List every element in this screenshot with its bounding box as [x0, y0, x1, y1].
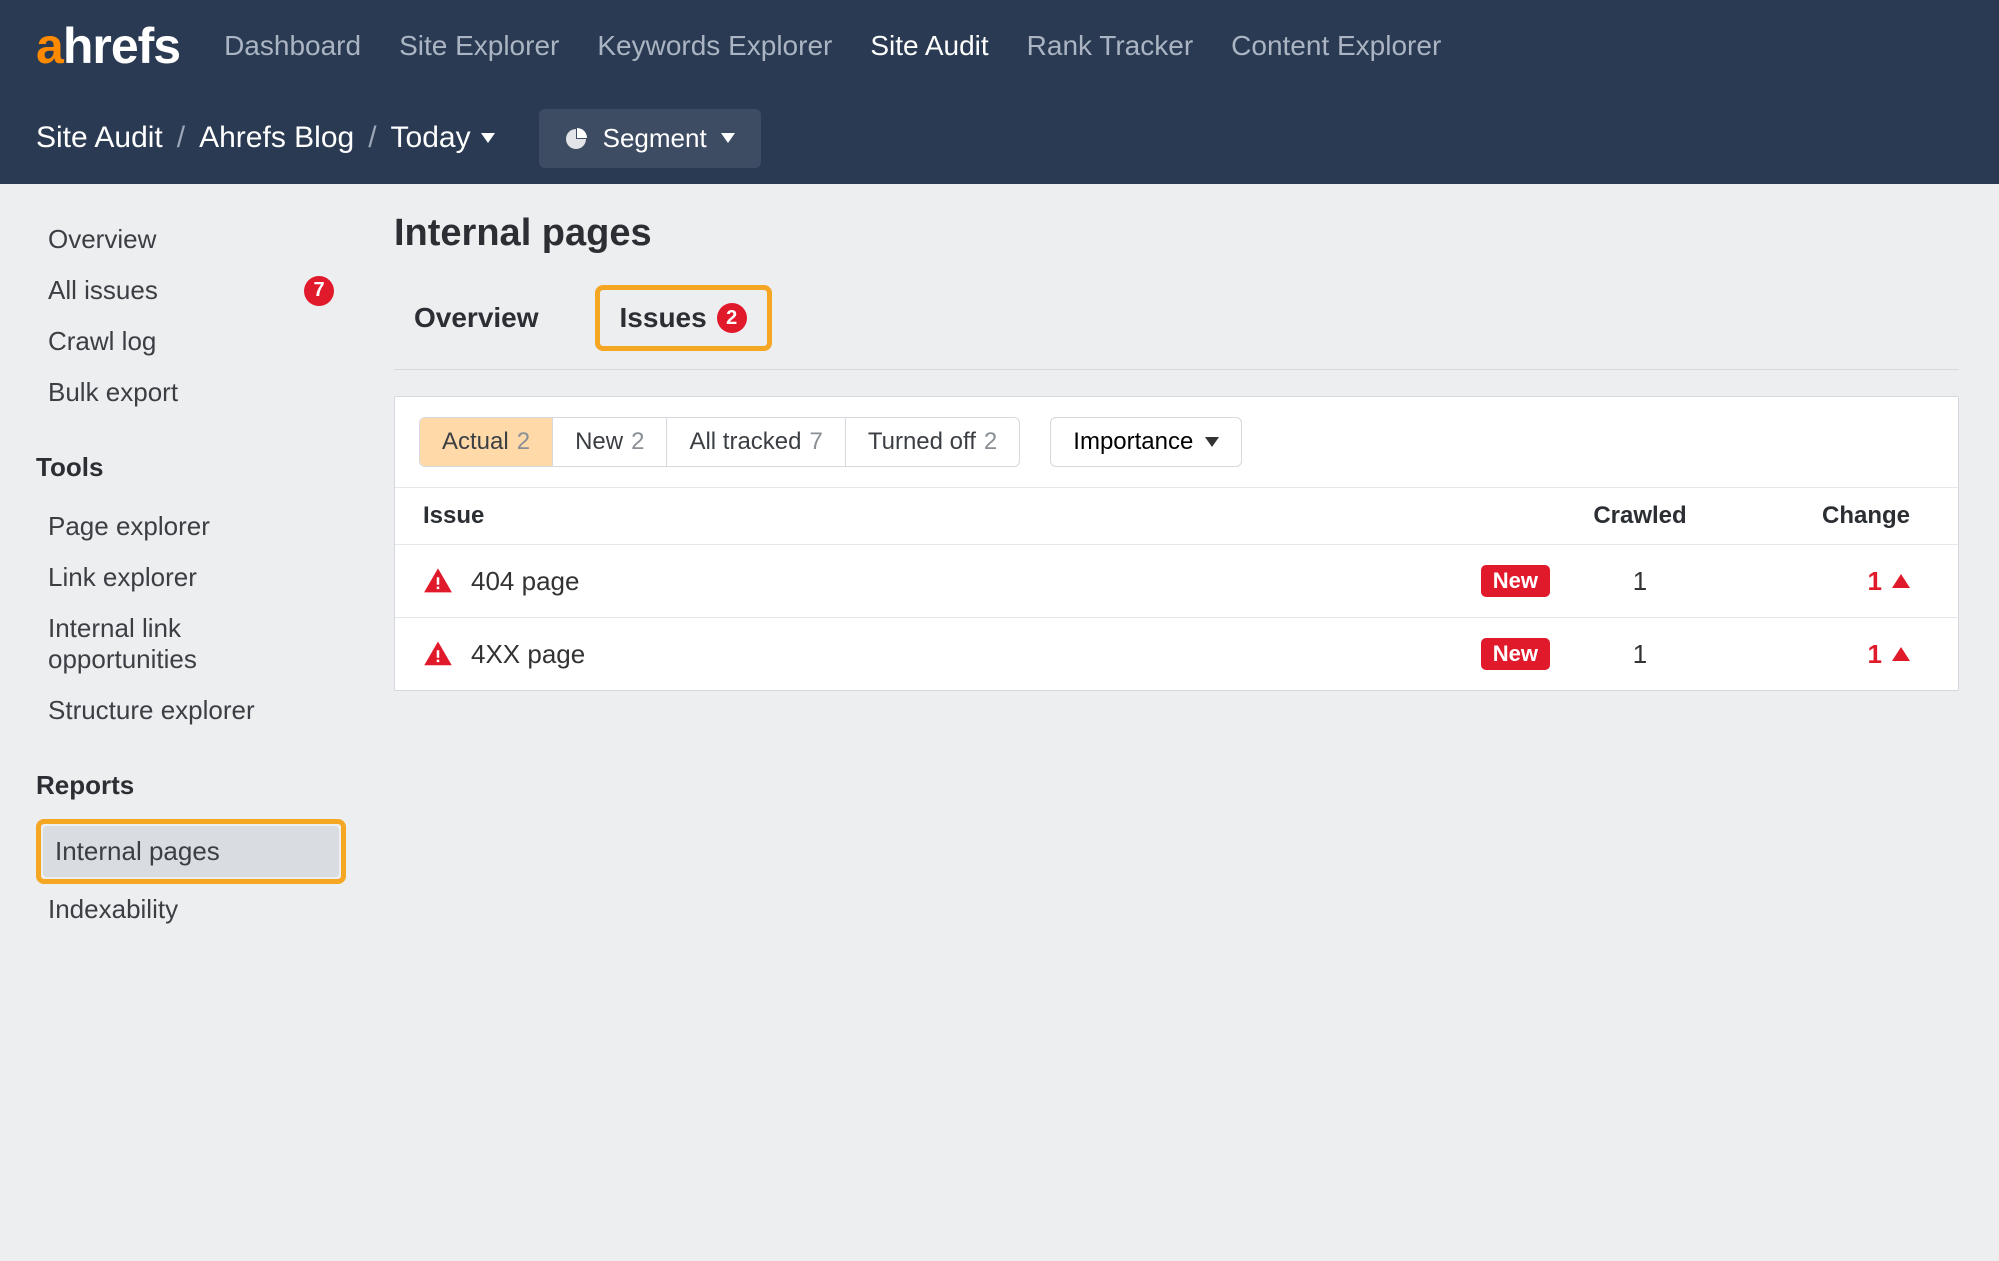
arrow-up-icon: [1892, 647, 1910, 661]
filter-label: Turned off: [868, 428, 976, 456]
sidebar: Overview All issues 7 Crawl log Bulk exp…: [0, 184, 370, 935]
sidebar-item-label: All issues: [48, 275, 158, 306]
importance-dropdown[interactable]: Importance: [1050, 417, 1242, 467]
top-nav: ahrefs Dashboard Site Explorer Keywords …: [0, 0, 1999, 92]
change-cell: 1: [1730, 566, 1930, 597]
sidebar-item-link-explorer[interactable]: Link explorer: [36, 552, 346, 603]
page-body: Overview All issues 7 Crawl log Bulk exp…: [0, 184, 1999, 935]
filter-label: Actual: [442, 428, 509, 456]
caret-down-icon: [1205, 437, 1219, 447]
main-content: Internal pages Overview Issues 2 Actual …: [370, 184, 1999, 935]
sidebar-item-crawl-log[interactable]: Crawl log: [36, 316, 346, 367]
sidebar-item-label: Bulk export: [48, 377, 178, 408]
nav-keywords-explorer[interactable]: Keywords Explorer: [597, 30, 832, 62]
sidebar-item-label: Crawl log: [48, 326, 156, 357]
new-tag: New: [1481, 565, 1550, 597]
segment-button[interactable]: Segment: [539, 109, 761, 168]
change-value: 1: [1868, 566, 1882, 597]
sidebar-item-internal-link-opportunities[interactable]: Internal link opportunities: [36, 603, 346, 685]
breadcrumb-date-picker[interactable]: Today: [391, 121, 495, 155]
filter-all-tracked[interactable]: All tracked 7: [667, 418, 845, 466]
sidebar-item-indexability[interactable]: Indexability: [36, 884, 346, 935]
issue-name: 404 page: [471, 566, 579, 597]
breadcrumb-bar: Site Audit / Ahrefs Blog / Today Segment: [0, 92, 1999, 184]
filter-label: All tracked: [689, 428, 801, 456]
filter-actual[interactable]: Actual 2: [420, 418, 553, 466]
filter-new[interactable]: New 2: [553, 418, 667, 466]
breadcrumb-date-label: Today: [391, 121, 471, 155]
breadcrumb-site-audit[interactable]: Site Audit: [36, 121, 163, 155]
nav-content-explorer[interactable]: Content Explorer: [1231, 30, 1441, 62]
table-row[interactable]: 4XX page New 1 1: [395, 617, 1958, 690]
logo[interactable]: ahrefs: [36, 17, 180, 75]
new-tag: New: [1481, 638, 1550, 670]
col-crawled[interactable]: Crawled: [1550, 502, 1730, 530]
tabs-row: Overview Issues 2: [394, 285, 1959, 370]
filter-bar: Actual 2 New 2 All tracked 7 Turned off …: [395, 397, 1958, 487]
importance-label: Importance: [1073, 428, 1193, 456]
filter-count: 2: [517, 428, 530, 456]
sidebar-item-page-explorer[interactable]: Page explorer: [36, 501, 346, 552]
sidebar-item-label: Overview: [48, 224, 156, 255]
logo-rest: hrefs: [63, 18, 180, 74]
filter-count: 2: [984, 428, 997, 456]
crawled-cell: 1: [1550, 639, 1730, 670]
table-row[interactable]: 404 page New 1 1: [395, 544, 1958, 617]
nav-dashboard[interactable]: Dashboard: [224, 30, 361, 62]
issue-name-cell: 4XX page New: [471, 638, 1550, 670]
col-change[interactable]: Change: [1730, 502, 1930, 530]
logo-a: a: [36, 18, 63, 74]
arrow-up-icon: [1892, 574, 1910, 588]
change-cell: 1: [1730, 639, 1930, 670]
pie-chart-icon: [565, 126, 589, 150]
sidebar-item-bulk-export[interactable]: Bulk export: [36, 367, 346, 418]
tab-overview[interactable]: Overview: [394, 290, 559, 346]
nav-site-explorer[interactable]: Site Explorer: [399, 30, 559, 62]
filter-turned-off[interactable]: Turned off 2: [846, 418, 1019, 466]
sidebar-item-label: Page explorer: [48, 511, 210, 542]
nav-site-audit[interactable]: Site Audit: [870, 30, 988, 62]
sidebar-item-all-issues[interactable]: All issues 7: [36, 265, 346, 316]
nav-rank-tracker[interactable]: Rank Tracker: [1027, 30, 1194, 62]
sidebar-item-label: Internal pages: [55, 836, 220, 867]
sidebar-item-structure-explorer[interactable]: Structure explorer: [36, 685, 346, 736]
sidebar-item-label: Link explorer: [48, 562, 197, 593]
sidebar-group-tools: Tools: [36, 452, 346, 483]
tab-issues[interactable]: Issues 2: [595, 285, 772, 351]
page-title: Internal pages: [394, 212, 1959, 255]
sidebar-item-label: Structure explorer: [48, 695, 255, 726]
breadcrumb-sep: /: [177, 121, 185, 155]
segment-label: Segment: [603, 123, 707, 154]
table-header: Issue Crawled Change: [395, 487, 1958, 544]
warning-icon: [423, 566, 453, 596]
breadcrumb-project[interactable]: Ahrefs Blog: [199, 121, 354, 155]
tab-issues-badge: 2: [717, 303, 747, 333]
issues-panel: Actual 2 New 2 All tracked 7 Turned off …: [394, 396, 1959, 691]
sidebar-item-overview[interactable]: Overview: [36, 214, 346, 265]
sidebar-highlight: Internal pages: [36, 819, 346, 884]
breadcrumb-sep: /: [368, 121, 376, 155]
issue-name-cell: 404 page New: [471, 565, 1550, 597]
col-issue[interactable]: Issue: [423, 502, 1550, 530]
issues-count-badge: 7: [304, 276, 334, 306]
filter-count: 2: [631, 428, 644, 456]
tab-issues-label: Issues: [620, 302, 707, 334]
caret-down-icon: [721, 133, 735, 143]
sidebar-item-label: Indexability: [48, 894, 178, 925]
issue-name: 4XX page: [471, 639, 585, 670]
sidebar-group-reports: Reports: [36, 770, 346, 801]
sidebar-item-internal-pages[interactable]: Internal pages: [43, 826, 339, 877]
warning-icon: [423, 639, 453, 669]
change-value: 1: [1868, 639, 1882, 670]
filter-label: New: [575, 428, 623, 456]
filter-count: 7: [809, 428, 822, 456]
nav-links: Dashboard Site Explorer Keywords Explore…: [224, 30, 1441, 62]
filter-group: Actual 2 New 2 All tracked 7 Turned off …: [419, 417, 1020, 467]
crawled-cell: 1: [1550, 566, 1730, 597]
caret-down-icon: [481, 133, 495, 143]
sidebar-item-label: Internal link opportunities: [48, 613, 334, 675]
